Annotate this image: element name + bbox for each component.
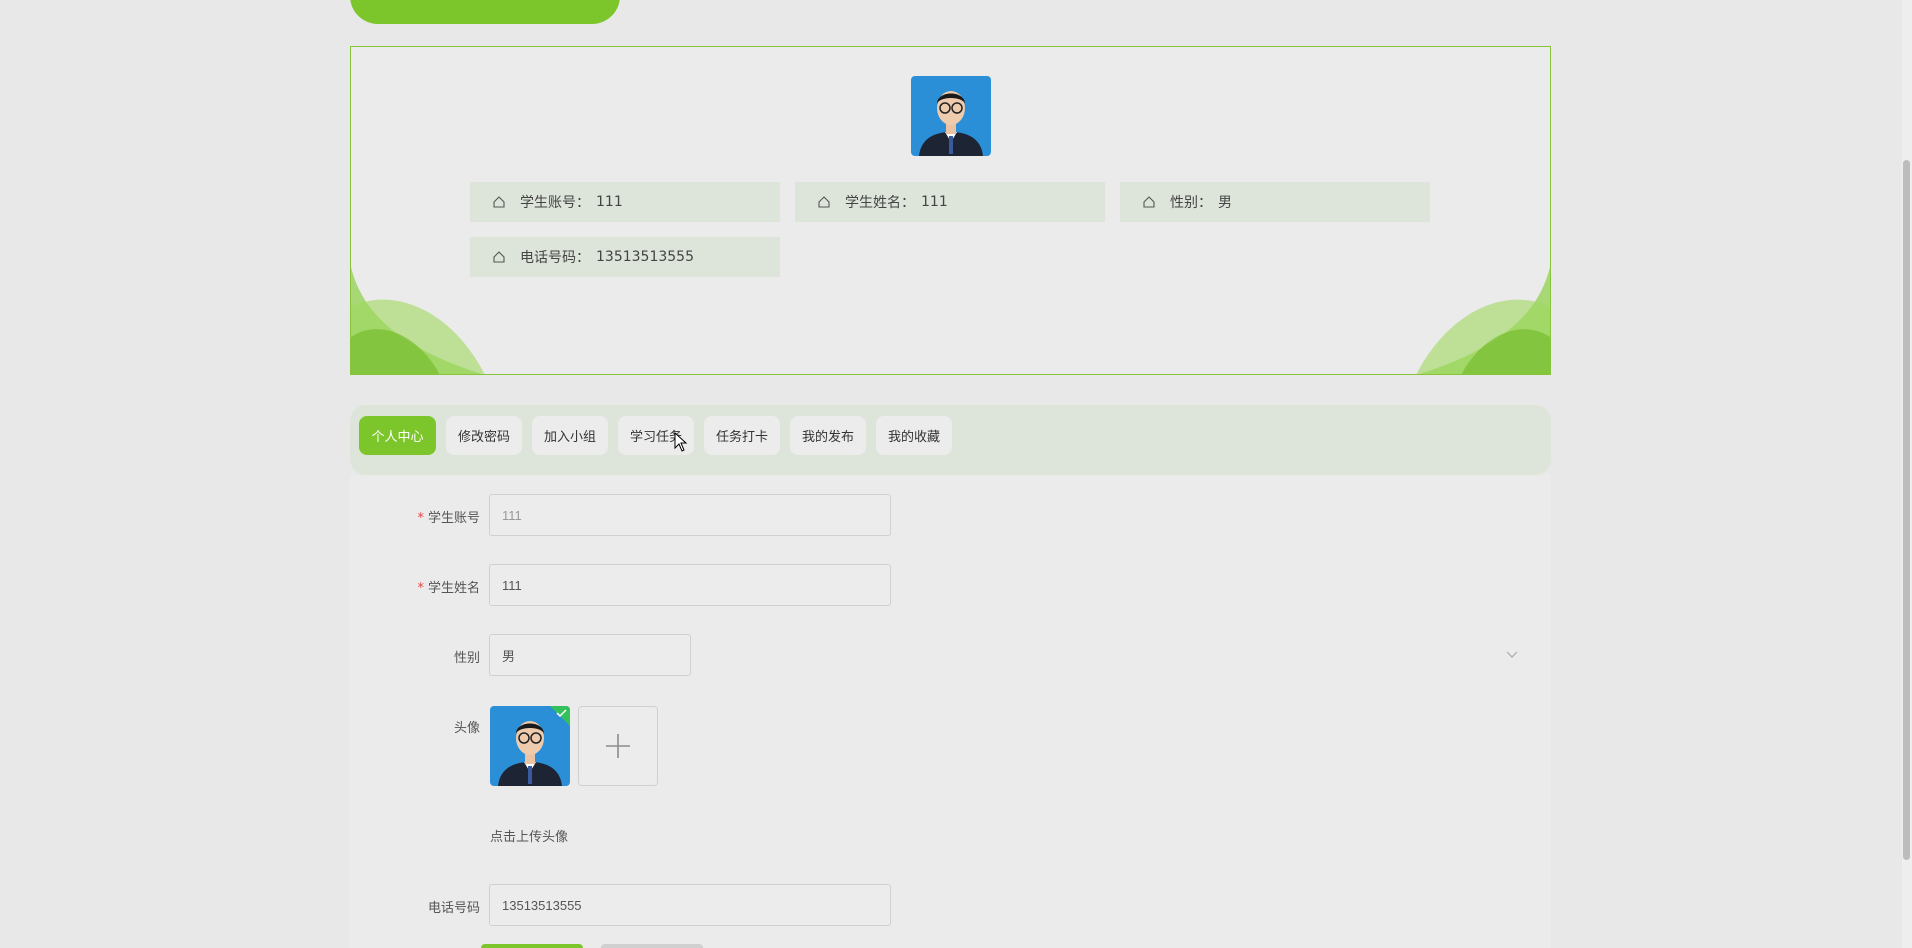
chevron-down-icon[interactable] — [1506, 650, 1518, 660]
home-icon — [493, 196, 505, 208]
leaf-decoration-right — [1416, 267, 1550, 374]
tab-change-password[interactable]: 修改密码 — [446, 416, 522, 455]
info-name: 学生姓名： 111 — [795, 182, 1105, 222]
info-gender: 性别： 男 — [1120, 182, 1430, 222]
info-gender-value: 男 — [1218, 195, 1232, 211]
plus-icon — [606, 734, 630, 758]
account-field-label: * 学生账号 — [417, 511, 480, 526]
submit-button[interactable] — [481, 944, 583, 948]
mouse-cursor-icon — [674, 432, 688, 452]
upload-hint: 点击上传头像 — [490, 830, 569, 845]
info-name-label: 学生姓名： — [845, 195, 915, 211]
name-input[interactable]: 111 — [489, 564, 891, 606]
tab-personal-center[interactable]: 个人中心 — [359, 416, 436, 455]
info-phone-value: 13513513555 — [596, 249, 694, 265]
info-phone-label: 电话号码： — [520, 250, 590, 266]
info-account-label: 学生账号： — [520, 195, 590, 211]
reset-button[interactable] — [601, 944, 703, 948]
info-phone: 电话号码： 13513513555 — [470, 237, 780, 277]
page-scrollbar[interactable] — [1902, 0, 1912, 948]
uploaded-avatar-thumbnail[interactable] — [490, 706, 570, 786]
scrollbar-thumb[interactable] — [1903, 160, 1910, 860]
gender-select[interactable]: 男 — [489, 634, 691, 676]
account-input[interactable]: 111 — [489, 494, 891, 536]
info-name-value: 111 — [921, 194, 948, 210]
profile-card: 学生账号： 111 学生姓名： 111 性别： 男 电话号码： 13513513… — [350, 46, 1551, 375]
profile-avatar — [911, 76, 991, 156]
tab-my-favorites[interactable]: 我的收藏 — [876, 416, 952, 455]
avatar-field-label: 头像 — [453, 721, 480, 736]
phone-field-label: 电话号码 — [427, 901, 480, 916]
tab-my-posts[interactable]: 我的发布 — [790, 416, 866, 455]
home-icon — [818, 196, 830, 208]
info-gender-label: 性别： — [1170, 195, 1212, 211]
tab-bar: 个人中心 修改密码 加入小组 学习任务 任务打卡 我的发布 我的收藏 — [350, 405, 1551, 475]
info-account-value: 111 — [596, 194, 623, 210]
info-account: 学生账号： 111 — [470, 182, 780, 222]
tab-join-group[interactable]: 加入小组 — [532, 416, 608, 455]
tab-task-checkin[interactable]: 任务打卡 — [704, 416, 780, 455]
home-icon — [1143, 196, 1155, 208]
gender-field-label: 性别 — [453, 651, 480, 666]
home-icon — [493, 251, 505, 263]
upload-avatar-button[interactable] — [578, 706, 658, 786]
top-banner-pill — [350, 0, 620, 24]
name-field-label: * 学生姓名 — [417, 581, 480, 596]
phone-input[interactable]: 13513513555 — [489, 884, 891, 926]
